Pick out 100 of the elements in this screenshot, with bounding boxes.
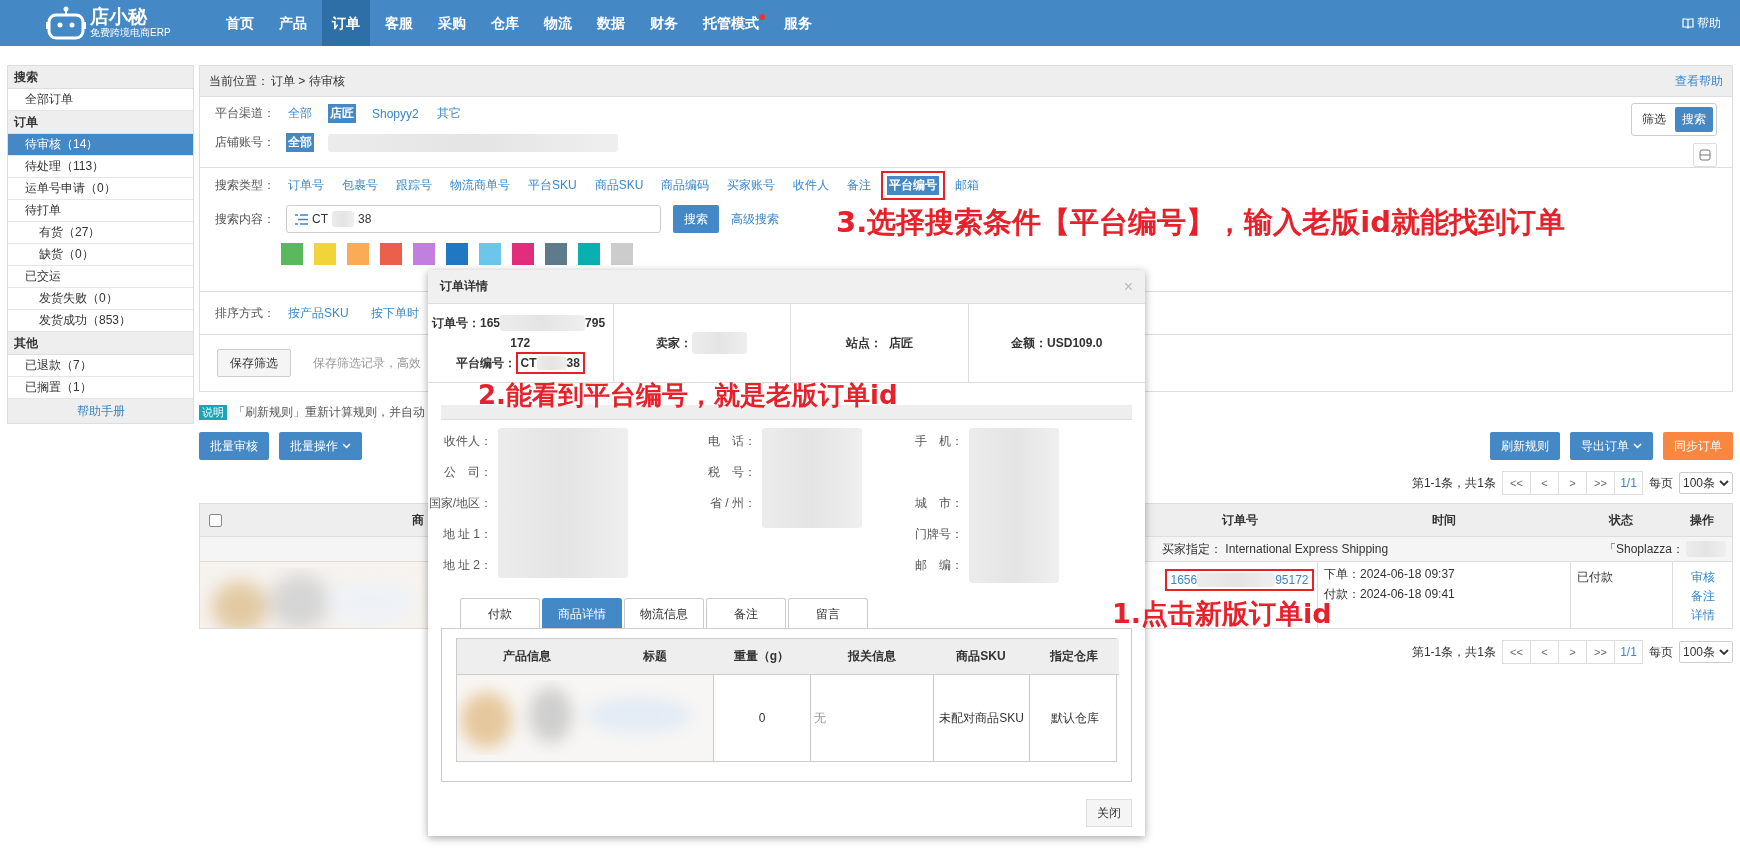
dialog-tab[interactable]: 商品详情 xyxy=(542,598,622,628)
page-indicator[interactable]: 1/1 xyxy=(1614,641,1642,663)
sidebar-item[interactable]: 已交运 xyxy=(8,266,193,288)
filter-option[interactable]: 平台SKU xyxy=(526,176,579,195)
color-tag[interactable] xyxy=(413,243,435,265)
search-button[interactable]: 搜索 xyxy=(673,205,719,233)
nav-item[interactable]: 托管模式 xyxy=(693,0,769,46)
nav-item[interactable]: 仓库 xyxy=(481,0,529,46)
filter-option[interactable]: 邮箱 xyxy=(953,176,982,195)
filter-option[interactable]: 买家账号 xyxy=(725,176,778,195)
logo-tagline: 免费跨境电商ERP xyxy=(90,27,171,39)
order-action-button[interactable]: 同步订单 xyxy=(1663,432,1733,460)
address-field-label: 邮 编： xyxy=(914,557,963,574)
amount-text: 金额：USD109.0 xyxy=(1011,334,1103,352)
filter-option[interactable]: 其它 xyxy=(434,104,463,123)
view-help-link[interactable]: 查看帮助 xyxy=(1675,72,1723,90)
color-tag[interactable] xyxy=(380,243,402,265)
platform-number-value: CT 38 xyxy=(515,352,585,374)
sidebar-item[interactable]: 待审核（14） xyxy=(8,134,193,156)
filter-option[interactable]: 包裹号 xyxy=(340,176,380,195)
chevron-down-icon xyxy=(1719,479,1729,487)
nav-item[interactable]: 首页 xyxy=(216,0,264,46)
filter-option[interactable]: Shopyy2 xyxy=(370,105,421,122)
sort-option[interactable]: 按产品SKU xyxy=(286,303,351,323)
list-icon xyxy=(295,213,308,225)
filter-option[interactable]: 物流商单号 xyxy=(448,176,512,195)
search-field[interactable]: CT 38 xyxy=(286,205,661,233)
dialog-tab[interactable]: 物流信息 xyxy=(624,598,704,628)
color-tag[interactable] xyxy=(578,243,600,265)
filter-option[interactable]: 店匠 xyxy=(328,104,356,123)
per-page-select[interactable]: 100条 xyxy=(1678,472,1733,494)
dialog-tab[interactable]: 付款 xyxy=(460,598,540,628)
sort-option[interactable]: 按下单时 xyxy=(368,303,421,323)
color-tag[interactable] xyxy=(314,243,336,265)
color-tag[interactable] xyxy=(512,243,534,265)
order-action-button[interactable]: 导出订单 xyxy=(1570,432,1653,460)
sidebar-heading: 搜索 xyxy=(8,66,193,89)
color-tag[interactable] xyxy=(446,243,468,265)
collapse-button[interactable] xyxy=(1693,143,1717,167)
nav-item[interactable]: 服务 xyxy=(774,0,822,46)
help-link[interactable]: 帮助 xyxy=(1697,14,1721,32)
nav-item[interactable]: 产品 xyxy=(269,0,317,46)
row-action-link[interactable]: 审核 xyxy=(1690,569,1715,586)
sidebar-item[interactable]: 待打单 xyxy=(8,200,193,222)
nav-item[interactable]: 采购 xyxy=(428,0,476,46)
page-button[interactable]: >> xyxy=(1586,472,1615,494)
batch-action-button[interactable]: 批量操作 xyxy=(279,432,362,460)
sidebar-item[interactable]: 有货（27） xyxy=(8,222,193,244)
filter-option[interactable]: 备注 xyxy=(845,176,874,195)
batch-action-button[interactable]: 批量审核 xyxy=(199,432,269,460)
nav-item[interactable]: 财务 xyxy=(640,0,688,46)
sidebar-item[interactable]: 待处理（113） xyxy=(8,156,193,178)
close-dialog-button[interactable]: 关闭 xyxy=(1086,799,1132,827)
page-button[interactable]: >> xyxy=(1586,641,1615,663)
color-tag[interactable] xyxy=(611,243,633,265)
filter-option[interactable]: 商品编码 xyxy=(659,176,712,195)
filter-option[interactable]: 订单号 xyxy=(286,176,326,195)
dialog-tab[interactable]: 备注 xyxy=(706,598,786,628)
advanced-search-link[interactable]: 高级搜索 xyxy=(729,209,781,229)
nav-item[interactable]: 物流 xyxy=(534,0,582,46)
filter-option[interactable]: 全部 xyxy=(286,104,314,123)
sidebar-item[interactable]: 运单号申请（0） xyxy=(8,178,193,200)
color-tag[interactable] xyxy=(281,243,303,265)
sidebar-item[interactable]: 发货失败（0） xyxy=(8,288,193,310)
color-tag[interactable] xyxy=(347,243,369,265)
filter-option[interactable]: 跟踪号 xyxy=(394,176,434,195)
save-filter-button[interactable]: 保存筛选 xyxy=(217,349,291,377)
order-action-button[interactable]: 刷新规则 xyxy=(1490,432,1560,460)
sidebar-item[interactable]: 已退款（7） xyxy=(8,355,193,377)
seller-label: 卖家： xyxy=(656,334,693,352)
page-button[interactable]: << xyxy=(1502,641,1531,663)
select-all-checkbox[interactable] xyxy=(208,513,222,527)
mode-tab[interactable]: 筛选 xyxy=(1635,107,1673,132)
column-header: 商品SKU xyxy=(956,648,1006,665)
page-button[interactable]: < xyxy=(1530,641,1559,663)
field-value: CT xyxy=(312,212,328,226)
color-tag[interactable] xyxy=(545,243,567,265)
page-button[interactable]: < xyxy=(1530,472,1559,494)
filter-option[interactable]: 全部 xyxy=(286,133,314,152)
dialog-tab[interactable]: 留言 xyxy=(788,598,868,628)
color-tag[interactable] xyxy=(479,243,501,265)
page-button[interactable]: > xyxy=(1558,641,1587,663)
sidebar-item[interactable]: 缺货（0） xyxy=(8,244,193,266)
page-button[interactable]: << xyxy=(1502,472,1531,494)
filter-option[interactable]: 收件人 xyxy=(791,176,832,195)
row-action-link[interactable]: 详情 xyxy=(1690,607,1715,624)
per-page-select[interactable]: 100条 xyxy=(1678,641,1733,663)
annotation-text: 2.能看到平台编号，就是老版订单id xyxy=(478,382,898,408)
nav-item[interactable]: 数据 xyxy=(587,0,635,46)
row-action-link[interactable]: 备注 xyxy=(1690,588,1715,605)
nav-item[interactable]: 订单 xyxy=(322,0,370,46)
page-indicator[interactable]: 1/1 xyxy=(1614,472,1642,494)
mode-tab[interactable]: 搜索 xyxy=(1675,107,1713,132)
filter-option[interactable]: 商品SKU xyxy=(592,176,646,195)
nav-item[interactable]: 客服 xyxy=(375,0,423,46)
address-field-label: 手 机： xyxy=(914,433,963,450)
page-button[interactable]: > xyxy=(1558,472,1587,494)
help-manual-link[interactable]: 帮助手册 xyxy=(8,399,193,423)
pagination-summary: 第1-1条，共1条 xyxy=(1411,474,1496,492)
filter-option[interactable]: 平台编号 xyxy=(887,176,940,195)
